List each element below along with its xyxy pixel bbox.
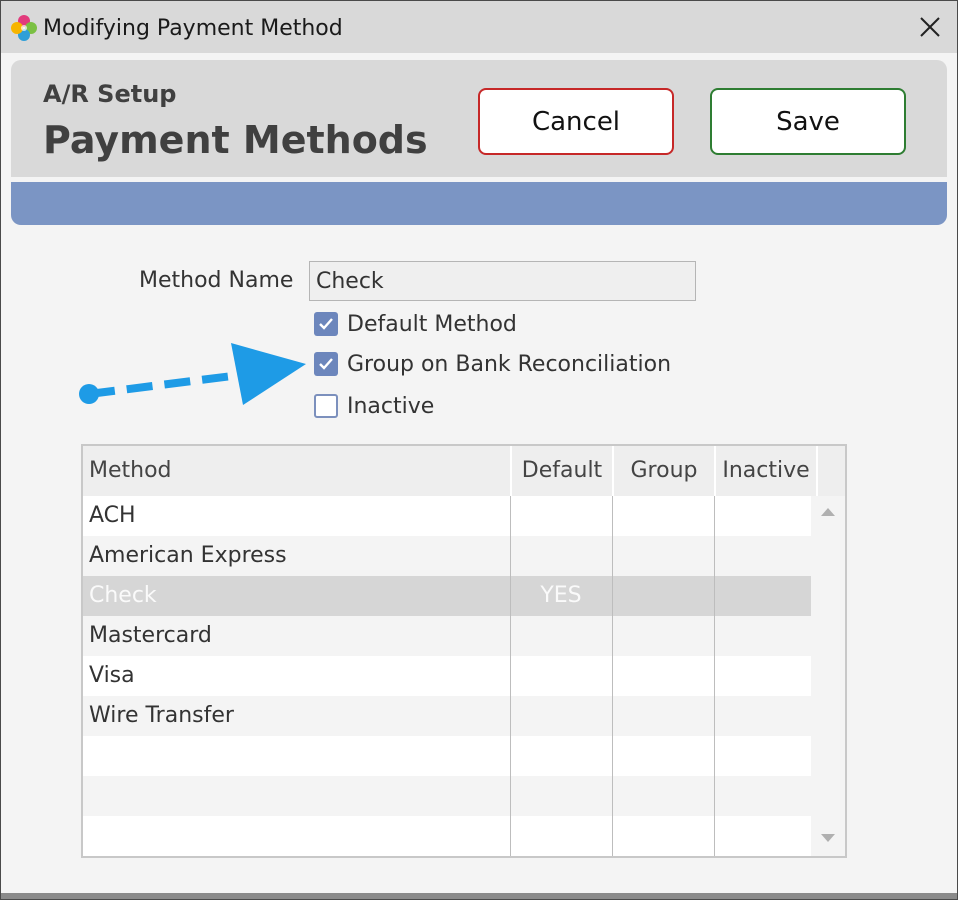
empty-row <box>83 736 811 776</box>
save-button[interactable]: Save <box>710 88 906 155</box>
payment-methods-grid: Method Default Group Inactive ACH Americ… <box>81 444 847 858</box>
column-divider <box>816 446 818 496</box>
column-divider <box>612 496 613 856</box>
page-title: Payment Methods <box>43 118 428 162</box>
empty-row <box>83 776 811 816</box>
window-bottom-edge <box>1 893 957 899</box>
table-row[interactable]: Visa <box>83 656 811 696</box>
scroll-up-icon[interactable] <box>821 508 835 516</box>
method-cell: ACH <box>89 503 136 528</box>
checkbox-checked-icon <box>314 312 338 336</box>
method-cell: American Express <box>89 543 287 568</box>
scroll-down-icon[interactable] <box>821 834 835 842</box>
dialog-window: Modifying Payment Method A/R Setup Payme… <box>0 0 958 900</box>
vertical-scrollbar[interactable] <box>811 496 845 856</box>
header-band <box>11 182 947 225</box>
checkbox-checked-icon <box>314 352 338 376</box>
method-cell: Mastercard <box>89 623 212 648</box>
dashed-arrow-icon <box>79 343 306 405</box>
inactive-checkbox[interactable]: Inactive <box>314 392 434 420</box>
default-cell: YES <box>540 583 582 608</box>
table-row[interactable]: ACH <box>83 496 811 536</box>
grid-header: Method Default Group Inactive <box>83 446 845 496</box>
default-method-label: Default Method <box>347 311 517 337</box>
cancel-button[interactable]: Cancel <box>478 88 674 155</box>
table-row-selected[interactable]: Check YES <box>83 576 811 616</box>
header-panel: A/R Setup Payment Methods Cancel Save <box>11 60 947 177</box>
title-bar: Modifying Payment Method <box>1 1 957 53</box>
close-button[interactable] <box>913 10 947 44</box>
column-header-inactive[interactable]: Inactive <box>716 446 816 496</box>
method-name-label: Method Name <box>139 268 294 293</box>
table-row[interactable]: American Express <box>83 536 811 576</box>
table-row[interactable]: Wire Transfer <box>83 696 811 736</box>
grid-body: ACH American Express Check YES Mastercar… <box>83 496 811 856</box>
section-subtitle: A/R Setup <box>43 80 177 108</box>
column-divider <box>510 496 511 856</box>
column-divider <box>714 496 715 856</box>
method-cell: Check <box>89 583 157 608</box>
column-header-default[interactable]: Default <box>512 446 612 496</box>
inactive-label: Inactive <box>347 393 435 419</box>
method-name-input[interactable] <box>309 261 696 301</box>
checkbox-unchecked-icon <box>314 394 338 418</box>
column-header-group[interactable]: Group <box>614 446 714 496</box>
window-title: Modifying Payment Method <box>43 16 343 41</box>
default-method-checkbox[interactable]: Default Method <box>314 310 517 338</box>
table-row[interactable]: Mastercard <box>83 616 811 656</box>
group-bank-reconciliation-checkbox[interactable]: Group on Bank Reconciliation <box>314 350 671 378</box>
group-bank-reconciliation-label: Group on Bank Reconciliation <box>347 351 672 377</box>
method-cell: Visa <box>89 663 135 688</box>
empty-row <box>83 816 811 856</box>
pinwheel-logo-icon <box>11 15 37 41</box>
method-cell: Wire Transfer <box>89 703 234 728</box>
column-header-method[interactable]: Method <box>89 446 509 496</box>
close-x-icon <box>920 17 940 37</box>
